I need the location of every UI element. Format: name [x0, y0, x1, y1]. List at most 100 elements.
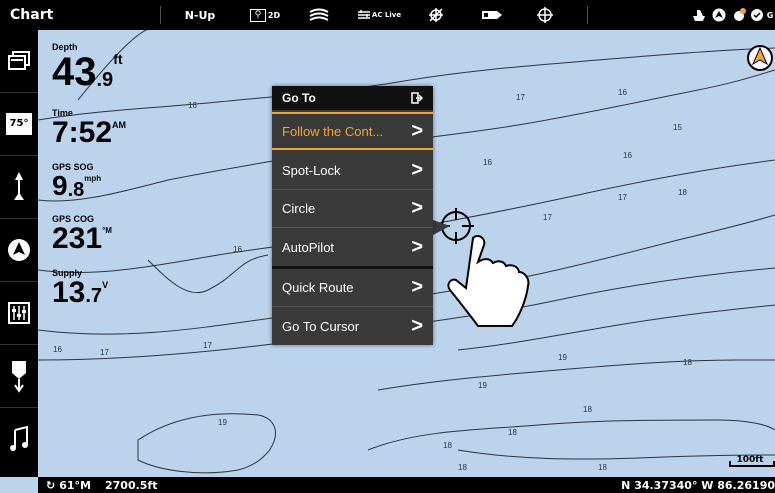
sidebar-item-trolling-motor[interactable]: [0, 156, 38, 219]
transducer-icon: [12, 361, 26, 393]
network-status-icon[interactable]: [729, 8, 749, 22]
sonar-layers-icon[interactable]: [291, 8, 347, 22]
contour-label: 17: [516, 93, 525, 102]
gps-status-icon[interactable]: G: [765, 11, 775, 20]
menu-title: Go To: [282, 91, 316, 105]
cog-unit: °M: [102, 226, 112, 235]
orientation-label: N-Up: [184, 8, 216, 22]
check-icon[interactable]: [749, 9, 765, 21]
no-gps-icon[interactable]: [411, 7, 461, 23]
chevron-right-icon: >: [411, 276, 423, 298]
goto-menu: Go To Follow the Cont... > Spot-Lock > C…: [272, 86, 433, 345]
orientation-button[interactable]: N-Up: [161, 9, 239, 22]
time-unit: AM: [112, 120, 127, 130]
menu-item-label: Spot-Lock: [282, 163, 341, 178]
time-value: 7:52: [52, 116, 113, 149]
menu-item-label: Circle: [282, 201, 316, 216]
heading-readout: 61°M: [59, 478, 91, 492]
distance-readout: 2700.5ft: [104, 478, 158, 492]
chevron-right-icon: >: [411, 119, 423, 142]
contour-label: 18: [443, 441, 452, 450]
depth-decimal: .9: [96, 69, 114, 91]
menu-item-label: AutoPilot: [282, 239, 335, 255]
contour-label: 19: [558, 353, 567, 362]
depth-value: 43: [52, 50, 97, 94]
menu-item-circle[interactable]: Circle >: [272, 190, 433, 228]
contour-label: 18: [583, 405, 592, 414]
aclive-button[interactable]: AC Live: [347, 9, 411, 21]
music-note-icon: [10, 426, 28, 451]
compass-icon: [747, 45, 773, 71]
sidebar-item-settings[interactable]: [0, 282, 38, 345]
supply-unit: V: [102, 280, 109, 290]
contour-label: 16: [233, 245, 242, 254]
boat-icon[interactable]: [689, 8, 709, 22]
top-status-bar: Chart N-Up ⚲ 2D AC Live G: [0, 0, 775, 30]
contour-label: 16: [618, 88, 627, 97]
position-readout: N 34.37340° W 86.26190: [621, 478, 775, 492]
menu-item-label: Follow the Cont...: [282, 123, 384, 139]
contour-label: 15: [673, 123, 682, 132]
menu-header: Go To: [272, 86, 433, 110]
view-2d-button[interactable]: ⚲ 2D: [239, 8, 291, 22]
menu-item-go-to-cursor[interactable]: Go To Cursor >: [272, 307, 433, 345]
chevron-right-icon: >: [411, 159, 423, 181]
aclive-icon: [357, 10, 370, 19]
chevron-right-icon: >: [411, 235, 423, 258]
sog-value: 9: [52, 170, 68, 201]
view-2d-label: 2D: [267, 10, 281, 20]
map-pin-icon: ⚲: [249, 8, 266, 22]
heading-icon: ↻: [46, 478, 56, 492]
menu-item-autopilot[interactable]: AutoPilot >: [272, 228, 433, 266]
sog-unit: mph: [84, 174, 102, 183]
menu-item-label: Go To Cursor: [282, 318, 360, 334]
sog-decimal: .8: [67, 179, 85, 201]
contour-label: 16: [53, 345, 62, 354]
contour-label: 18: [598, 463, 607, 472]
trolling-motor-icon: [14, 172, 24, 200]
sidebar-item-temperature[interactable]: 75°: [0, 93, 38, 156]
crosshair-icon[interactable]: [523, 7, 567, 23]
gps-sog-readout[interactable]: GPS SOG 9 .8 mph: [38, 162, 101, 200]
sidebar-item-music[interactable]: [0, 408, 38, 470]
divider: [587, 6, 588, 24]
contour-label: 17: [203, 341, 212, 350]
battery-icon[interactable]: [461, 9, 523, 21]
chevron-right-icon: >: [411, 314, 423, 337]
contour-label: 18: [683, 358, 692, 367]
contour-label: 18: [678, 188, 687, 197]
supply-readout[interactable]: Supply 13 .7 V: [38, 268, 108, 308]
contour-label: 16: [623, 151, 632, 160]
left-sidebar: 75°: [0, 30, 38, 477]
menu-item-follow-contour[interactable]: Follow the Cont... >: [272, 112, 433, 150]
contour-label: 18: [508, 428, 517, 437]
contour-label: 18: [458, 463, 467, 472]
sidebar-item-autopilot[interactable]: [0, 219, 38, 282]
autopilot-icon: [8, 239, 30, 261]
contour-label: 16: [188, 101, 197, 110]
contour-label: 16: [483, 158, 492, 167]
contour-label: 19: [218, 418, 227, 427]
supply-decimal: .7: [85, 285, 103, 307]
menu-item-spot-lock[interactable]: Spot-Lock >: [272, 152, 433, 190]
temperature-icon: 75°: [6, 113, 32, 135]
contour-label: 17: [543, 213, 552, 222]
contour-label: 17: [100, 348, 109, 357]
depth-readout[interactable]: Depth 43 .9 ft: [38, 42, 123, 92]
contour-label: 17: [618, 193, 627, 202]
scale-bar: 100ft: [725, 455, 775, 467]
cog-value: 231: [52, 222, 103, 255]
menu-item-label: Quick Route: [282, 280, 354, 295]
menu-item-quick-route[interactable]: Quick Route >: [272, 269, 433, 307]
sliders-icon: [8, 302, 30, 324]
supply-value: 13: [52, 276, 86, 309]
depth-unit: ft: [113, 51, 123, 67]
time-readout[interactable]: Time 7:52 AM: [38, 108, 126, 148]
sidebar-item-transducer[interactable]: [0, 345, 38, 408]
exit-menu-icon[interactable]: [411, 92, 423, 104]
sidebar-item-home[interactable]: [0, 30, 38, 93]
windows-icon: [8, 51, 30, 70]
aclive-label: AC Live: [371, 11, 402, 19]
autopilot-status-icon[interactable]: [709, 8, 729, 22]
gps-cog-readout[interactable]: GPS COG 231 °M: [38, 214, 112, 254]
